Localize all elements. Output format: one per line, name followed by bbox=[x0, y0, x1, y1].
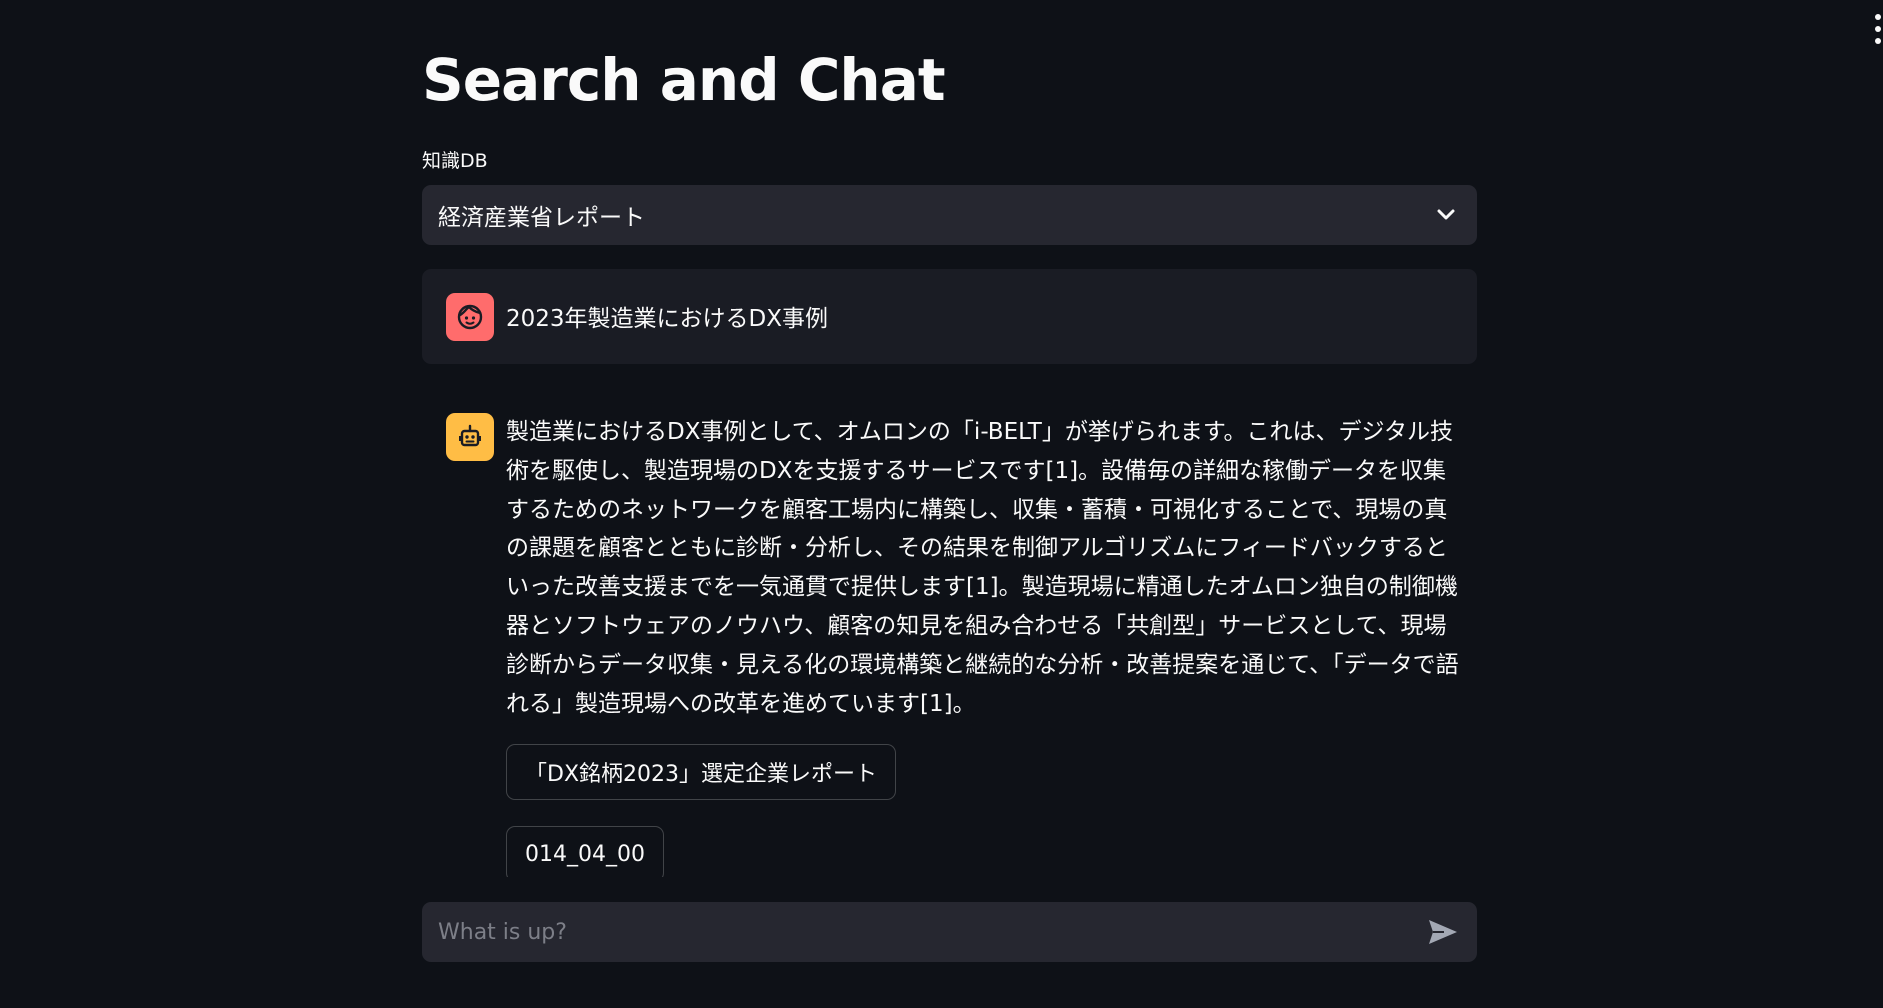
chat-input-container bbox=[422, 902, 1477, 962]
robot-icon bbox=[446, 413, 494, 461]
user-face-icon bbox=[446, 293, 494, 341]
chevron-down-icon bbox=[1431, 200, 1461, 230]
more-vertical-icon[interactable] bbox=[1873, 14, 1883, 44]
knowledge-db-select[interactable]: 経済産業省レポート bbox=[422, 185, 1477, 245]
user-message-text: 2023年製造業におけるDX事例 bbox=[506, 306, 828, 332]
send-icon[interactable] bbox=[1423, 912, 1463, 952]
assistant-chat-message: 製造業におけるDX事例として、オムロンの「i-BELT」が挙げられます。これは、… bbox=[422, 413, 1477, 877]
assistant-message-text: 製造業におけるDX事例として、オムロンの「i-BELT」が挙げられます。これは、… bbox=[506, 419, 1459, 717]
chat-input[interactable] bbox=[436, 918, 1423, 946]
user-chat-message: 2023年製造業におけるDX事例 bbox=[422, 269, 1477, 364]
source-button-report[interactable]: 「DX銘柄2023」選定企業レポート bbox=[506, 744, 897, 800]
knowledge-db-label: 知識DB bbox=[422, 150, 488, 172]
source-button-id[interactable]: 014_04_00 bbox=[506, 826, 664, 877]
page-title: Search and Chat bbox=[422, 46, 946, 114]
knowledge-db-selected-value: 経済産業省レポート bbox=[438, 205, 645, 231]
